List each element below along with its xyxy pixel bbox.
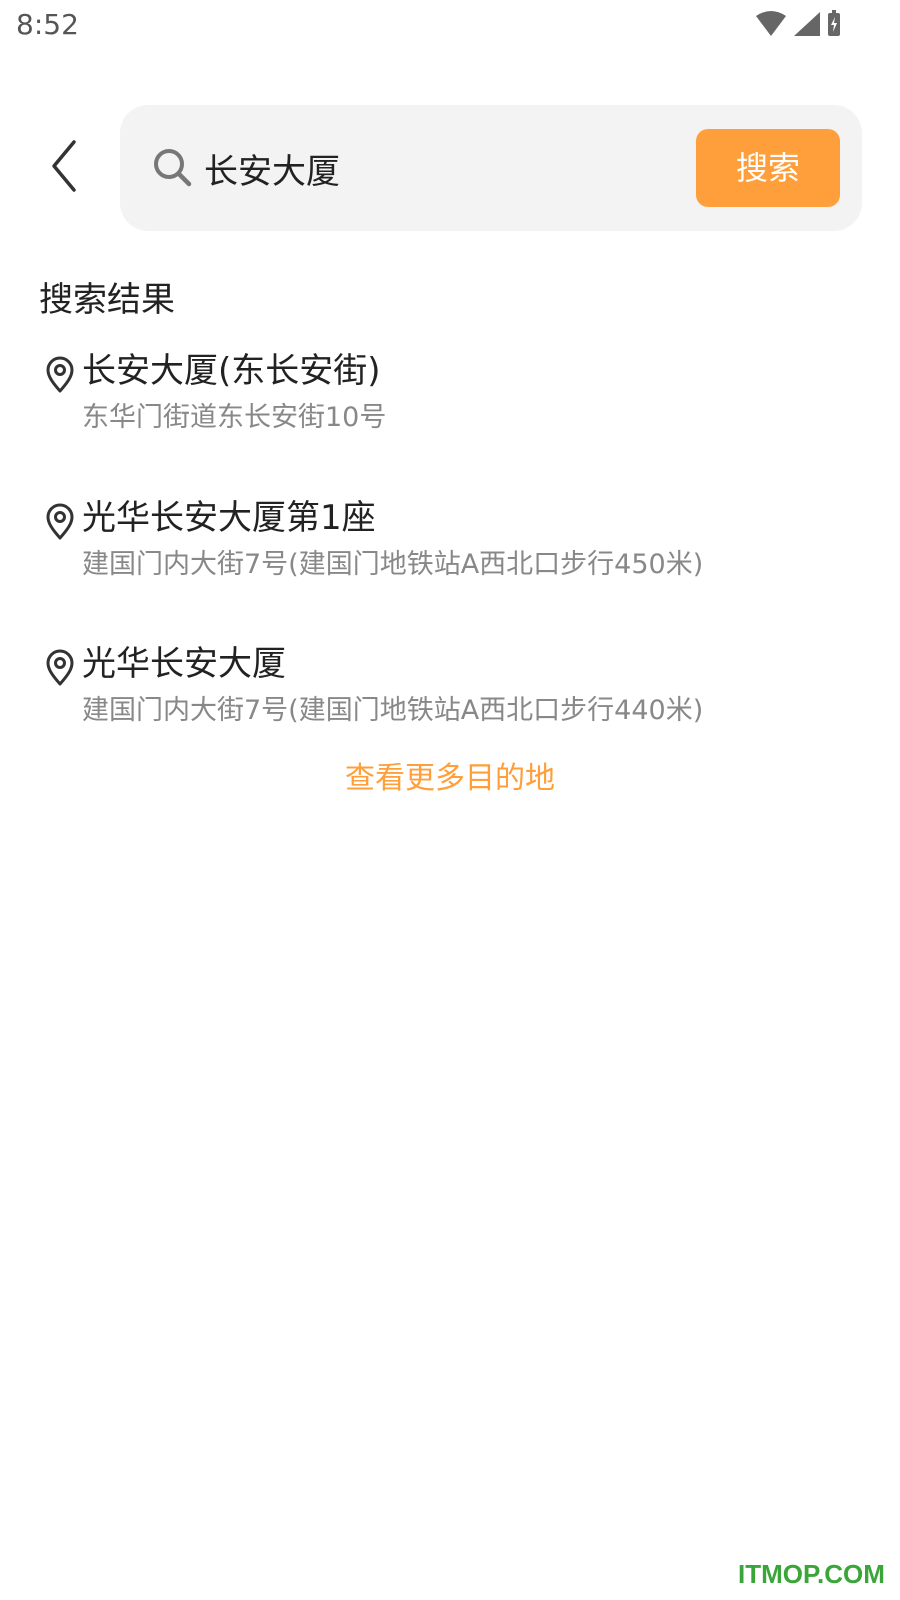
status-bar: 8:52 xyxy=(0,0,900,50)
search-bar: 搜索 xyxy=(120,105,862,231)
search-page: 8:52 搜索 搜索结果 xyxy=(0,0,900,1600)
search-icon xyxy=(154,149,192,187)
location-pin-icon xyxy=(46,503,74,540)
status-icons xyxy=(756,10,840,36)
search-button[interactable]: 搜索 xyxy=(696,129,840,207)
cell-signal-icon xyxy=(794,12,820,36)
results-heading: 搜索结果 xyxy=(39,280,175,320)
watermark: ITMOP.COM xyxy=(738,1559,885,1589)
status-time: 8:52 xyxy=(16,8,79,41)
result-title: 光华长安大厦 xyxy=(82,644,286,684)
result-address: 建国门内大街7号(建国门地铁站A西北口步行440米) xyxy=(82,695,704,726)
result-address: 建国门内大街7号(建国门地铁站A西北口步行450米) xyxy=(82,549,704,580)
result-item[interactable]: 光华长安大厦第1座 建国门内大街7号(建国门地铁站A西北口步行450米) xyxy=(40,495,860,615)
result-title: 长安大厦(东长安街) xyxy=(82,351,381,391)
chevron-left-icon xyxy=(52,140,76,192)
more-destinations-link[interactable]: 查看更多目的地 xyxy=(0,758,900,800)
location-pin-icon xyxy=(46,356,74,393)
battery-charging-icon xyxy=(828,10,840,36)
back-button[interactable] xyxy=(40,130,96,202)
result-title: 光华长安大厦第1座 xyxy=(82,498,376,538)
location-pin-icon xyxy=(46,649,74,686)
search-input[interactable] xyxy=(204,139,664,197)
result-item[interactable]: 光华长安大厦 建国门内大街7号(建国门地铁站A西北口步行440米) xyxy=(40,641,860,761)
result-address: 东华门街道东长安街10号 xyxy=(82,402,387,433)
wifi-icon xyxy=(756,11,786,36)
result-item[interactable]: 长安大厦(东长安街) 东华门街道东长安街10号 xyxy=(40,348,860,468)
